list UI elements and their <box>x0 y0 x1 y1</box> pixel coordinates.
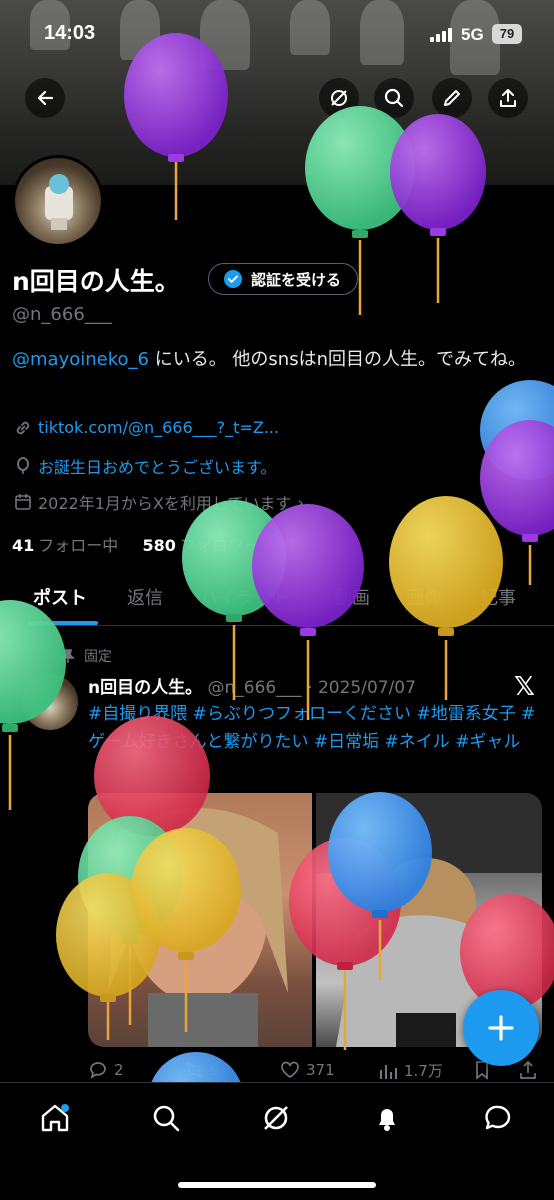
share-button[interactable] <box>488 78 528 118</box>
battery-icon: 79 <box>492 24 522 44</box>
nav-messages[interactable] <box>481 1101 515 1135</box>
analytics-icon <box>380 1064 397 1079</box>
home-icon <box>41 1104 69 1132</box>
profile-link-row: tiktok.com/@n_666___?_t=Z... <box>14 418 279 437</box>
calendar-icon <box>15 494 31 510</box>
profile-avatar[interactable] <box>12 155 104 247</box>
cellular-signal-icon <box>430 28 452 42</box>
tab-articles[interactable]: 記事 <box>480 584 516 610</box>
x-logo-icon[interactable]: 𝕏 <box>514 672 535 702</box>
chevron-right-icon: › <box>297 492 304 512</box>
profile-website-link[interactable]: tiktok.com/@n_666___?_t=Z... <box>38 418 279 437</box>
pinned-label-row: 固定 <box>60 646 112 666</box>
search-icon <box>384 88 404 108</box>
tab-videos[interactable]: 動画 <box>334 584 370 610</box>
tab-media[interactable]: 画像 <box>406 584 442 610</box>
reply-icon <box>90 1062 106 1079</box>
active-tab-indicator <box>28 621 98 625</box>
status-time: 14:03 <box>44 22 96 44</box>
heart-icon <box>281 1061 299 1079</box>
profile-joined-row[interactable]: 2022年1月からXを利用しています › <box>14 490 304 514</box>
purple-balloon-icon <box>480 420 554 585</box>
get-verified-button[interactable]: 認証を受ける <box>208 263 359 295</box>
share-icon <box>520 1060 536 1079</box>
profile-tabs: ポスト 返信 ハイライト 動画 画像 記事 <box>0 574 554 626</box>
nav-grok[interactable] <box>259 1101 293 1135</box>
profile-joined-date: 2022年1月からXを利用しています <box>38 494 292 513</box>
home-indicator <box>178 1182 376 1188</box>
followers-link[interactable]: 580 フォロワー <box>142 536 259 555</box>
repost-icon <box>185 1061 203 1079</box>
profile-birthday: お誕生日おめでとうございます。 <box>38 458 277 477</box>
profile-bio: @mayoineko_6 にいる。 他のsnsはn回目の人生。でみてね。 <box>12 346 542 373</box>
tab-posts[interactable]: ポスト <box>33 584 87 610</box>
tab-replies[interactable]: 返信 <box>127 584 163 610</box>
link-icon <box>16 421 30 434</box>
follow-stats: 41 フォロー中 580 フォロワー <box>12 532 260 556</box>
post-image-1-content <box>108 808 288 1047</box>
profile-name: n回目の人生。 <box>12 267 180 296</box>
pinned-label: 固定 <box>84 649 112 665</box>
reply-button[interactable]: 2 <box>88 1060 124 1080</box>
post-share-button[interactable] <box>518 1060 538 1080</box>
following-link[interactable]: 41 フォロー中 <box>12 536 118 555</box>
pin-icon <box>61 649 75 663</box>
grok-icon <box>264 1106 288 1130</box>
tab-highlights[interactable]: ハイライト <box>200 584 290 610</box>
arrow-left-icon <box>37 90 54 106</box>
bio-mention-link[interactable]: @mayoineko_6 <box>12 349 149 370</box>
plus-icon <box>488 1015 514 1041</box>
post-handle-date: @n_666___ · 2025/07/07 <box>207 678 416 698</box>
bio-text: にいる。 他のsnsはn回目の人生。でみてね。 <box>148 349 526 370</box>
message-icon <box>485 1105 511 1130</box>
post-actions: 2 9 371 1.7万 <box>88 1060 546 1084</box>
like-button[interactable]: 371 <box>280 1060 335 1080</box>
repost-button[interactable]: 9 <box>184 1060 220 1080</box>
pencil-icon <box>444 90 460 106</box>
post-text[interactable]: #自撮り界隈 #らぶりつフォローください #地雷系女子 #ゲーム好きさんと繋がり… <box>88 700 546 756</box>
post-header: n回目の人生。 @n_666___ · 2025/07/07 <box>88 673 416 698</box>
post-image-1[interactable] <box>88 793 312 1047</box>
status-bar: 14:03 5G 79 <box>0 0 554 60</box>
nav-home[interactable] <box>38 1101 72 1135</box>
get-verified-label: 認証を受ける <box>251 270 342 289</box>
nav-search[interactable] <box>149 1101 183 1135</box>
verified-badge-icon <box>224 270 242 288</box>
post-author-name[interactable]: n回目の人生。 <box>88 678 202 698</box>
balloon-icon <box>17 457 29 474</box>
grok-icon <box>331 90 347 106</box>
back-button[interactable] <box>25 78 65 118</box>
bell-icon <box>379 1109 395 1131</box>
profile-birthday-row: お誕生日おめでとうございます。 <box>14 454 276 478</box>
grok-button[interactable] <box>319 78 359 118</box>
share-icon <box>500 89 516 107</box>
blue-balloon-icon <box>480 380 554 480</box>
profile-handle: @n_666___ <box>12 304 112 325</box>
nav-notifications[interactable] <box>370 1101 404 1135</box>
edit-button[interactable] <box>432 78 472 118</box>
search-button[interactable] <box>374 78 414 118</box>
post-author-avatar[interactable] <box>22 674 78 730</box>
views-button[interactable]: 1.7万 <box>378 1060 443 1081</box>
network-type: 5G <box>461 25 484 44</box>
search-icon <box>153 1105 180 1132</box>
compose-post-button[interactable] <box>463 990 539 1066</box>
avatar-photo <box>45 174 73 230</box>
